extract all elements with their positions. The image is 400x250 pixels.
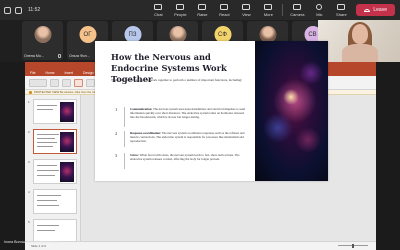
participant-video[interactable] bbox=[318, 20, 400, 64]
more-icon bbox=[264, 3, 273, 10]
tab-file[interactable]: File bbox=[28, 71, 37, 76]
participant-face bbox=[352, 24, 368, 44]
view-icon bbox=[242, 3, 251, 10]
react-icon bbox=[220, 3, 229, 10]
item-divider bbox=[124, 131, 125, 147]
raise-button[interactable]: Raise bbox=[191, 3, 213, 17]
stage-margin-right bbox=[376, 62, 400, 250]
thumbnail-number: 5 bbox=[28, 220, 30, 224]
slide-thumbnails: 1 2 3 4 5 bbox=[25, 95, 81, 244]
slide-list-item: 2 Response coordination: The nervous syst… bbox=[111, 131, 253, 147]
share-button[interactable]: Share bbox=[330, 3, 352, 17]
participant-tile[interactable]: Олена Мо... bbox=[22, 21, 63, 60]
control-label: Camera bbox=[290, 11, 305, 17]
item-number: 2 bbox=[115, 131, 118, 136]
react-button[interactable]: React bbox=[213, 3, 235, 17]
view-button[interactable]: View bbox=[235, 3, 257, 17]
grid-icon[interactable] bbox=[15, 6, 22, 14]
people-button[interactable]: People bbox=[169, 3, 191, 17]
slide-thumbnail[interactable]: 1 bbox=[28, 99, 77, 124]
ribbon-button[interactable] bbox=[50, 78, 59, 87]
control-label: People bbox=[174, 11, 187, 17]
meeting-controls: Chat People Raise React View More Camera Mic Sha… bbox=[147, 0, 400, 20]
slide-thumbnail[interactable]: 4 bbox=[28, 189, 77, 214]
stage-margin-left bbox=[0, 62, 25, 250]
avatar: ОГ bbox=[79, 26, 96, 43]
tab-design[interactable]: Design bbox=[81, 71, 96, 76]
item-text: Response coordination: The nervous syste… bbox=[130, 131, 245, 144]
thumbnail-number: 2 bbox=[28, 130, 30, 134]
item-number: 3 bbox=[115, 153, 118, 158]
participant-body bbox=[342, 44, 378, 64]
more-button[interactable]: More bbox=[257, 3, 279, 17]
mic-button[interactable]: Mic bbox=[308, 3, 330, 17]
camera-icon bbox=[293, 3, 302, 10]
control-label: Share bbox=[336, 11, 347, 17]
camera-button[interactable]: Camera bbox=[286, 3, 308, 17]
chat-button[interactable]: Chat bbox=[147, 3, 169, 17]
mic-icon bbox=[316, 3, 323, 10]
item-heading: Stress: bbox=[130, 153, 139, 157]
thumbnail-number: 3 bbox=[28, 160, 30, 164]
share-icon bbox=[337, 3, 346, 10]
control-label: Mic bbox=[316, 11, 323, 17]
slide-thumbnail[interactable]: 3 bbox=[28, 159, 77, 184]
tab-insert[interactable]: Insert bbox=[63, 71, 75, 76]
shield-icon bbox=[4, 6, 11, 14]
zoom-slider[interactable] bbox=[338, 243, 368, 248]
item-heading: Response coordination: bbox=[130, 131, 162, 135]
leave-button[interactable]: Leave bbox=[356, 4, 395, 16]
control-label: React bbox=[219, 11, 230, 17]
phone-icon bbox=[364, 8, 371, 12]
thumbnail-number: 1 bbox=[28, 100, 30, 104]
slide-list-item: 3 Stress: When faced with stress, the ner… bbox=[111, 153, 253, 169]
control-label: Raise bbox=[197, 11, 208, 17]
current-slide[interactable]: How the Nervous and Endocrine Systems Wo… bbox=[95, 41, 328, 181]
control-label: More bbox=[263, 11, 273, 17]
brain-neuron-image bbox=[255, 41, 328, 181]
mic-off-icon bbox=[58, 54, 61, 58]
control-label: Chat bbox=[154, 11, 163, 17]
status-bar: Slide 1 of 6 bbox=[25, 241, 376, 250]
item-number: 1 bbox=[115, 107, 118, 112]
ribbon-button[interactable] bbox=[62, 78, 71, 87]
item-divider bbox=[124, 153, 125, 169]
thumbnail-number: 4 bbox=[28, 190, 30, 194]
avatar bbox=[34, 26, 51, 43]
slide-intro: These two important systems work togethe… bbox=[111, 78, 243, 82]
chat-icon bbox=[154, 3, 163, 10]
slide-list-item: 1 Communication: The nervous system uses … bbox=[111, 107, 253, 127]
slide-thumbnail-active[interactable]: 2 bbox=[28, 129, 77, 154]
ribbon-button[interactable] bbox=[86, 78, 95, 87]
item-heading: Communication: bbox=[130, 107, 153, 111]
slide-counter: Slide 1 of 6 bbox=[31, 244, 47, 248]
meeting-timer: 11:52 bbox=[28, 7, 41, 13]
ribbon-button[interactable] bbox=[74, 78, 83, 87]
warning-icon bbox=[29, 90, 32, 94]
control-label: View bbox=[242, 11, 251, 17]
meeting-window: 11:52 Chat People Raise React View More Camera… bbox=[0, 0, 400, 250]
item-divider bbox=[124, 107, 125, 127]
meeting-info: 11:52 bbox=[0, 6, 41, 14]
meeting-toolbar: 11:52 Chat People Raise React View More Camera… bbox=[0, 0, 400, 20]
ribbon-button[interactable] bbox=[29, 78, 47, 87]
tab-home[interactable]: Home bbox=[43, 71, 56, 76]
leave-label: Leave bbox=[373, 7, 387, 13]
toolbar-separator bbox=[282, 4, 284, 16]
raise-hand-icon bbox=[198, 3, 207, 10]
participant-name: Олена Мо... bbox=[24, 54, 44, 58]
item-text: Communication: The nervous system uses n… bbox=[130, 107, 246, 120]
item-text: Stress: When faced with stress, the nerv… bbox=[130, 153, 240, 162]
people-icon bbox=[176, 3, 185, 10]
presenter-name: Ілона Волошинська (презентація) bbox=[4, 240, 61, 244]
